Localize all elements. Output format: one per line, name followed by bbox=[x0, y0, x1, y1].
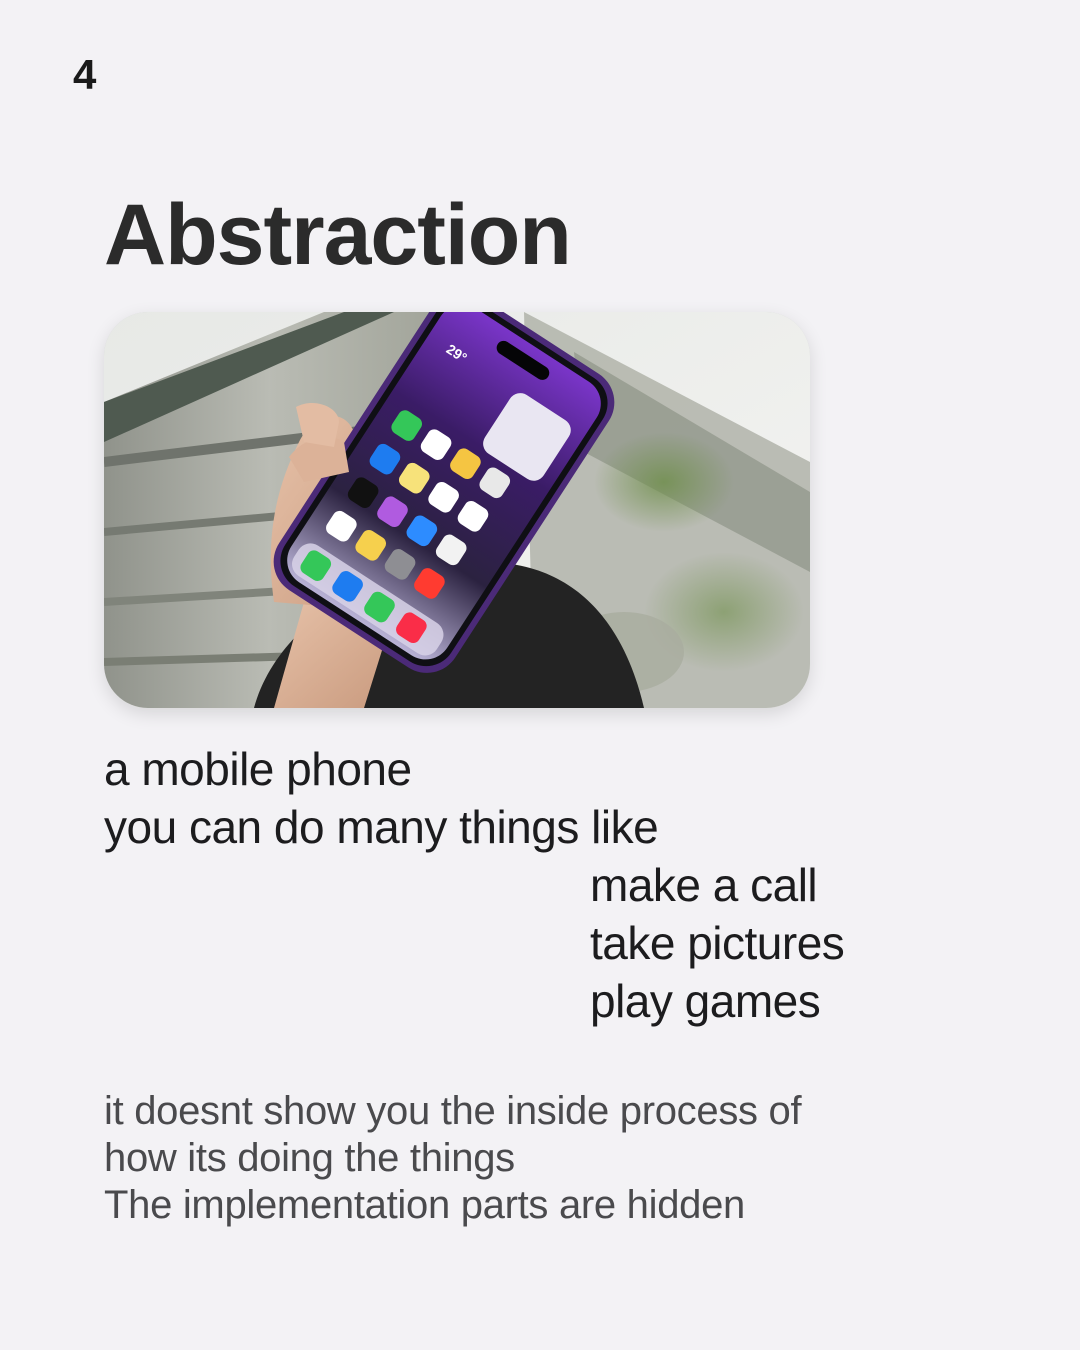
intro-line: a mobile phone bbox=[104, 743, 412, 795]
intro-text: a mobile phone you can do many things li… bbox=[104, 740, 659, 856]
abilities-list: make a call take pictures play games bbox=[590, 856, 845, 1030]
phone-photo-illustration: 29° bbox=[104, 312, 810, 708]
explanation-line: how its doing the things bbox=[104, 1136, 515, 1180]
explanation-text: it doesnt show you the inside process of… bbox=[104, 1088, 802, 1229]
intro-line: you can do many things like bbox=[104, 801, 659, 853]
phone-photo: 29° bbox=[104, 312, 810, 708]
ability-item: play games bbox=[590, 975, 821, 1027]
ability-item: make a call bbox=[590, 859, 818, 911]
explanation-line: it doesnt show you the inside process of bbox=[104, 1089, 802, 1133]
explanation-line: The implementation parts are hidden bbox=[104, 1183, 745, 1227]
slide-number: 4 bbox=[73, 51, 97, 98]
page-title: Abstraction bbox=[104, 187, 572, 283]
ability-item: take pictures bbox=[590, 917, 845, 969]
